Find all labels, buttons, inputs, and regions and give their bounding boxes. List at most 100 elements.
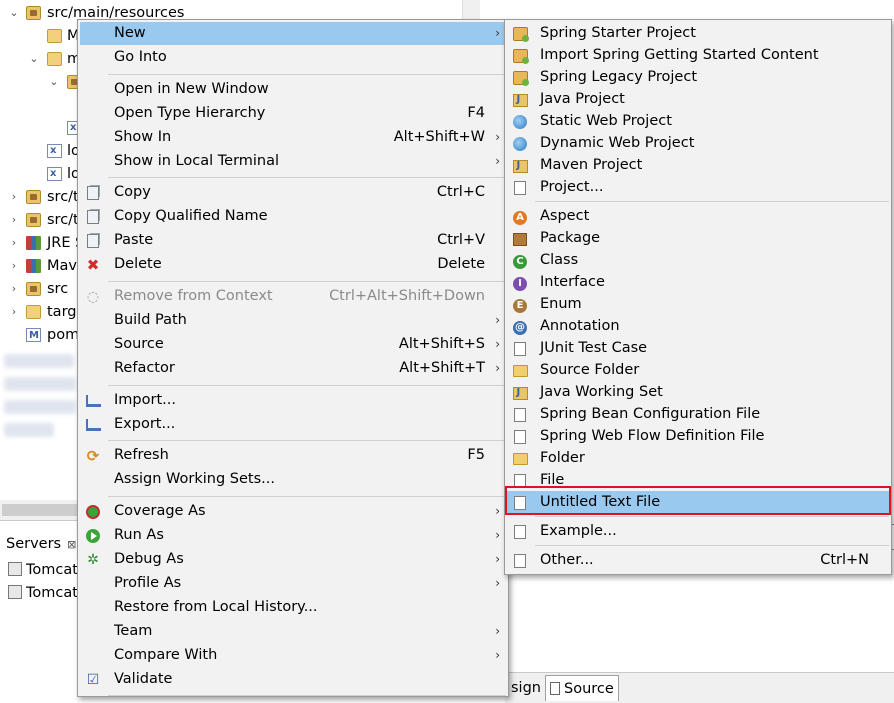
menu-item-example[interactable]: Example...	[507, 520, 889, 543]
aspect-icon: A	[512, 209, 528, 225]
server-row[interactable]: Tomcat	[8, 559, 78, 581]
menu-item-source[interactable]: Source Alt+Shift+S ›	[80, 333, 506, 356]
menu-item-validate[interactable]: ☑ Validate	[80, 668, 506, 691]
menu-item-other[interactable]: Other... Ctrl+N	[507, 549, 889, 572]
menu-item-restore-from-local-history[interactable]: Restore from Local History...	[80, 596, 506, 619]
menu-item-label: Spring Bean Configuration File	[540, 406, 761, 422]
submenu-arrow-icon: ›	[495, 153, 500, 168]
run-icon	[85, 528, 101, 544]
menu-item-new[interactable]: New ›	[80, 22, 506, 45]
chevron-right-icon[interactable]: ›	[8, 209, 20, 231]
menu-item-label: Show in Local Terminal	[114, 152, 280, 169]
blurred-tree-item	[4, 354, 74, 368]
menu-item-junit-test-case[interactable]: JUnit Test Case	[507, 337, 889, 360]
menu-item-spring-bean-configuration-file[interactable]: Spring Bean Configuration File	[507, 403, 889, 426]
menu-item-open-in-new-window[interactable]: Open in New Window	[80, 78, 506, 101]
menu-item-java-project[interactable]: Java Project	[507, 88, 889, 111]
class-icon: C	[512, 253, 528, 269]
menu-item-label: Maven Project	[540, 157, 643, 173]
menu-item-interface[interactable]: I Interface	[507, 271, 889, 294]
menu-item-maven-project[interactable]: Maven Project	[507, 154, 889, 177]
menu-item-label: Static Web Project	[540, 113, 672, 129]
menu-item-label: Go Into	[114, 48, 167, 65]
menu-item-label: Profile As	[114, 574, 182, 591]
menu-item-enum[interactable]: E Enum	[507, 293, 889, 316]
tab-servers[interactable]: Servers ⊠	[0, 529, 76, 559]
dynamic-web-icon-glyph	[513, 137, 527, 151]
validate-check-icon-glyph: ☑	[86, 671, 100, 688]
menu-item-go-into[interactable]: Go Into	[80, 46, 506, 69]
chevron-right-icon[interactable]: ›	[8, 186, 20, 208]
chevron-down-icon[interactable]: ⌄	[28, 48, 40, 70]
menu-item-folder[interactable]: Folder	[507, 447, 889, 470]
menu-item-project[interactable]: Project...	[507, 176, 889, 199]
menu-item-build-path[interactable]: Build Path ›	[80, 309, 506, 332]
menu-item-properties[interactable]: Properties Alt+Enter	[80, 699, 506, 703]
menu-item-label: Paste	[114, 232, 154, 249]
project-icon	[512, 180, 528, 196]
menu-item-debug-as[interactable]: ✲ Debug As ›	[80, 548, 506, 571]
menu-item-spring-starter-project[interactable]: Spring Starter Project	[507, 22, 889, 45]
submenu-arrow-icon: ›	[495, 360, 500, 375]
close-icon[interactable]: ⊠	[67, 538, 76, 551]
blank-icon	[85, 472, 101, 488]
menu-item-assign-working-sets[interactable]: Assign Working Sets...	[80, 468, 506, 491]
menu-item-import-spring-getting-started-content[interactable]: Import Spring Getting Started Content	[507, 44, 889, 67]
chevron-right-icon[interactable]: ›	[8, 232, 20, 254]
menu-item-delete[interactable]: ✖ Delete Delete	[80, 253, 506, 276]
menu-item-aspect[interactable]: A Aspect	[507, 205, 889, 228]
chevron-right-icon[interactable]: ›	[8, 301, 20, 323]
menu-item-show-in[interactable]: Show In Alt+Shift+W ›	[80, 126, 506, 149]
menu-item-source-folder[interactable]: Source Folder	[507, 359, 889, 382]
submenu-arrow-icon: ›	[495, 552, 500, 566]
menu-item-team[interactable]: Team ›	[80, 620, 506, 643]
blank-icon	[85, 624, 101, 640]
menu-item-shortcut: Ctrl+Alt+Shift+Down	[329, 288, 485, 304]
class-icon-glyph: C	[513, 255, 527, 269]
menu-item-spring-web-flow-definition-file[interactable]: Spring Web Flow Definition File	[507, 425, 889, 448]
submenu-arrow-icon: ›	[495, 26, 500, 40]
server-row[interactable]: Tomcat	[8, 582, 78, 604]
menu-item-refresh[interactable]: ⟳ Refresh F5	[80, 444, 506, 467]
menu-item-coverage-as[interactable]: Coverage As ›	[80, 500, 506, 523]
menu-item-import[interactable]: Import...	[80, 389, 506, 412]
blank-icon	[85, 576, 101, 592]
menu-item-export[interactable]: Export...	[80, 413, 506, 436]
tab-source[interactable]: Source	[545, 675, 619, 701]
menu-item-copy-qualified-name[interactable]: Copy Qualified Name	[80, 205, 506, 228]
menu-item-refactor[interactable]: Refactor Alt+Shift+T ›	[80, 357, 506, 380]
menu-item-run-as[interactable]: Run As ›	[80, 524, 506, 547]
menu-item-java-working-set[interactable]: Java Working Set	[507, 381, 889, 404]
xml-icon	[47, 163, 62, 185]
blank-icon	[85, 648, 101, 664]
menu-item-open-type-hierarchy[interactable]: Open Type Hierarchy F4	[80, 102, 506, 125]
menu-item-compare-with[interactable]: Compare With ›	[80, 644, 506, 667]
menu-item-copy[interactable]: Copy Ctrl+C	[80, 181, 506, 204]
menu-item-static-web-project[interactable]: Static Web Project	[507, 110, 889, 133]
menu-item-profile-as[interactable]: Profile As ›	[80, 572, 506, 595]
menu-item-paste[interactable]: Paste Ctrl+V	[80, 229, 506, 252]
chevron-right-icon[interactable]: ›	[8, 255, 20, 277]
spring-webflow-icon-glyph	[514, 430, 526, 444]
chevron-down-icon[interactable]: ⌄	[48, 71, 60, 93]
blank-icon	[85, 600, 101, 616]
xml-icon	[47, 140, 62, 162]
menu-item-label: Delete	[114, 256, 162, 273]
pkgfolder-icon	[26, 213, 41, 227]
menu-item-class[interactable]: C Class	[507, 249, 889, 272]
menu-item-label: Refactor	[114, 359, 175, 376]
menu-item-annotation[interactable]: @ Annotation	[507, 315, 889, 338]
menu-item-show-in-local-terminal[interactable]: Show in Local Terminal ›	[80, 150, 506, 173]
spring-legacy-icon-glyph	[512, 71, 529, 86]
tab-design[interactable]: sign	[507, 675, 545, 701]
menu-item-dynamic-web-project[interactable]: Dynamic Web Project	[507, 132, 889, 155]
menu-item-label: Spring Legacy Project	[540, 69, 698, 85]
tab-source-label: Source	[564, 681, 614, 697]
spring-import-icon	[512, 48, 529, 64]
menu-item-spring-legacy-project[interactable]: Spring Legacy Project	[507, 66, 889, 89]
working-set-icon-glyph	[512, 385, 528, 401]
chevron-down-icon[interactable]: ⌄	[8, 2, 20, 24]
chevron-right-icon[interactable]: ›	[8, 278, 20, 300]
menu-separator	[535, 201, 889, 202]
menu-item-package[interactable]: Package	[507, 227, 889, 250]
